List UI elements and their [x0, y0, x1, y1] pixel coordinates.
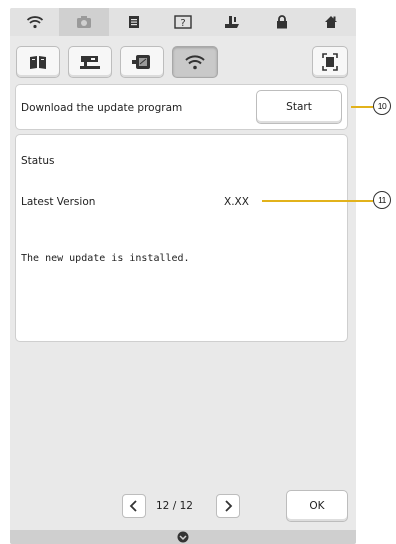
callout-line-11	[262, 200, 373, 202]
tab-wireless[interactable]	[172, 46, 218, 78]
status-panel: Status Latest Version X.XX The new updat…	[15, 134, 348, 342]
chevron-right-icon	[225, 500, 233, 512]
tab-wifi[interactable]	[10, 8, 59, 36]
tab-manual[interactable]	[16, 46, 60, 78]
start-button[interactable]: Start	[256, 90, 342, 124]
status-title: Status	[21, 155, 55, 167]
wifi-icon	[26, 16, 43, 29]
update-download-label: Download the update program	[21, 102, 183, 114]
tab-embroidery[interactable]	[120, 46, 164, 78]
embroidery-frame-icon	[132, 55, 150, 69]
previous-page-button[interactable]	[122, 494, 146, 518]
latest-version-value: X.XX	[224, 196, 249, 208]
lock-icon	[276, 15, 287, 29]
fullscreen-icon	[322, 53, 338, 71]
tab-home[interactable]	[307, 8, 356, 36]
tab-help[interactable]: ?	[158, 8, 207, 36]
bottom-bar	[10, 530, 356, 544]
tab-document[interactable]	[109, 8, 158, 36]
chevron-down-icon[interactable]	[177, 531, 189, 543]
category-tab-row	[10, 40, 356, 84]
help-icon: ?	[174, 15, 192, 29]
book-icon	[30, 56, 46, 69]
callout-line-10	[351, 106, 373, 108]
sewing-machine-icon	[80, 56, 100, 69]
top-tab-bar: ?	[10, 8, 356, 36]
ok-button[interactable]: OK	[286, 490, 348, 522]
wifi-icon	[185, 55, 205, 70]
svg-text:?: ?	[180, 18, 185, 29]
embroidery-foot-icon	[225, 16, 240, 28]
status-message: The new update is installed.	[21, 253, 190, 264]
callout-11: 11	[373, 191, 391, 209]
document-icon	[128, 16, 139, 28]
latest-version-label: Latest Version	[21, 196, 96, 208]
fullscreen-button[interactable]	[312, 46, 348, 78]
next-page-button[interactable]	[216, 494, 240, 518]
tab-lock[interactable]	[257, 8, 306, 36]
device-screen: ? Download the update program Start Stat…	[10, 8, 356, 544]
page-indicator: 12 / 12	[156, 500, 193, 512]
tab-foot[interactable]	[208, 8, 257, 36]
tab-machine[interactable]	[68, 46, 112, 78]
update-download-panel: Download the update program Start	[15, 84, 348, 130]
chevron-left-icon	[129, 500, 137, 512]
camera-icon	[77, 16, 92, 28]
home-icon	[325, 16, 338, 28]
tab-camera[interactable]	[59, 8, 109, 36]
callout-10: 10	[373, 97, 391, 115]
